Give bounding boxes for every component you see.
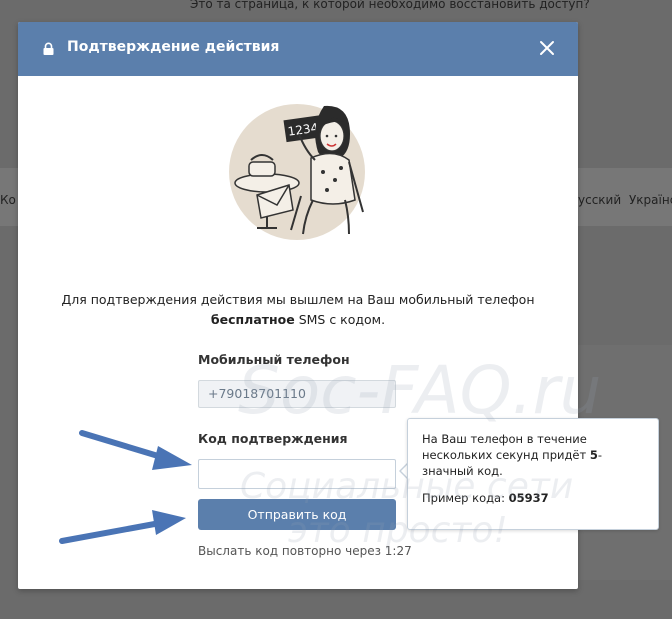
- sms-illustration: 1234: [229, 104, 365, 240]
- background-left-text: Ко: [0, 193, 16, 207]
- code-label: Код подтверждения: [198, 431, 348, 446]
- language-link-russian: усский: [578, 193, 622, 207]
- background-question-text: Это та страница, к которой необходимо во…: [190, 0, 590, 11]
- code-hint-tooltip: На Ваш телефон в течение нескольких секу…: [407, 418, 659, 530]
- close-icon[interactable]: [538, 39, 556, 57]
- dialog-description: Для подтверждения действия мы вышлем на …: [58, 290, 538, 330]
- background-language-links: усский Українс: [578, 193, 672, 207]
- lock-icon: [43, 42, 54, 55]
- code-input[interactable]: [198, 459, 396, 489]
- phone-field: +79018701110: [198, 380, 396, 408]
- description-bold: бесплатное: [210, 312, 295, 327]
- send-code-button[interactable]: Отправить код: [198, 499, 396, 530]
- tooltip-example: Пример кода: 05937: [422, 491, 549, 505]
- phone-label: Мобильный телефон: [198, 352, 350, 367]
- description-rest: SMS с кодом.: [294, 312, 386, 327]
- dialog-title: Подтверждение действия: [67, 39, 280, 55]
- tooltip-text: На Ваш телефон в течение нескольких секу…: [422, 432, 603, 478]
- dialog-header: Подтверждение действия: [18, 22, 578, 76]
- resend-timer-text: Выслать код повторно через 1:27: [198, 544, 412, 558]
- language-link-ukrainian: Українс: [628, 193, 672, 207]
- description-line1: Для подтверждения действия мы вышлем на …: [61, 292, 535, 307]
